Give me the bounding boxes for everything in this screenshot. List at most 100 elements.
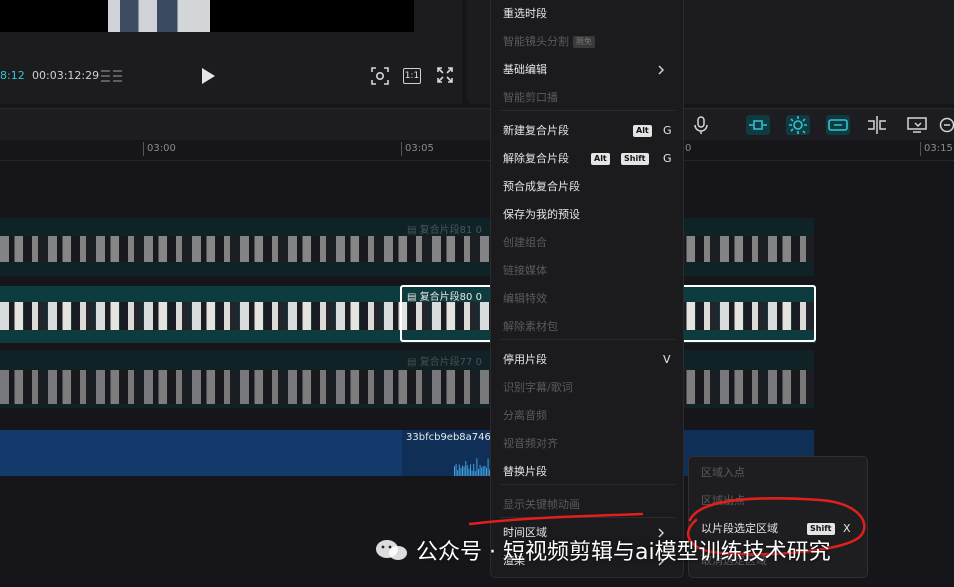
filmstrip-frame xyxy=(192,302,215,330)
waveform-bar xyxy=(482,466,484,476)
filmstrip-frame xyxy=(168,236,191,262)
linkage-icon[interactable] xyxy=(826,115,850,135)
preview-axis-icon[interactable] xyxy=(906,115,928,135)
context-menu-item: 显示关键帧动画 xyxy=(503,498,580,511)
filmstrip-frame xyxy=(432,370,455,404)
submenu-item: 区域出点 xyxy=(701,494,745,507)
filmstrip-frame xyxy=(768,236,791,262)
filmstrip-frame xyxy=(768,370,791,404)
filmstrip-frame xyxy=(192,370,215,404)
shortcut-key: X xyxy=(843,522,851,535)
waveform-bar xyxy=(476,458,478,476)
filmstrip-frame xyxy=(48,236,71,262)
filmstrip-frame xyxy=(336,302,359,330)
filmstrip-frame xyxy=(696,370,719,404)
expand-icon[interactable] xyxy=(437,67,453,83)
context-menu-item[interactable]: 停用片段 xyxy=(503,352,547,368)
filmstrip-frame xyxy=(312,302,335,330)
filmstrip-frame xyxy=(792,236,814,262)
play-icon[interactable] xyxy=(200,67,216,85)
context-menu-item[interactable]: 替换片段 xyxy=(503,464,547,480)
timeline-toolbar xyxy=(0,108,954,141)
context-menu-item[interactable]: 解除复合片段 xyxy=(503,151,569,167)
filmstrip xyxy=(0,370,814,404)
link-icon[interactable] xyxy=(746,115,770,135)
context-menu-item: 编辑特效 xyxy=(503,292,547,305)
menu-separator xyxy=(501,484,675,485)
filmstrip-frame xyxy=(264,370,287,404)
aspect-ratio-button[interactable]: 1:1 xyxy=(403,68,421,84)
filmstrip-frame xyxy=(360,370,383,404)
list-icon[interactable] xyxy=(101,69,123,83)
ruler-tick-label: 0 xyxy=(685,143,692,154)
waveform-bar xyxy=(484,465,486,476)
menu-separator xyxy=(501,517,675,518)
context-menu-item: 创建组合 xyxy=(503,236,547,249)
filmstrip-frame xyxy=(48,370,71,404)
waveform-bar xyxy=(470,464,471,476)
waveform-bar xyxy=(465,461,467,476)
shortcut-key: G xyxy=(663,152,672,165)
filmstrip-frame xyxy=(96,236,119,262)
filmstrip-frame xyxy=(120,236,143,262)
waveform-bar xyxy=(468,468,470,476)
clip-label: ▤ 复合片段81 0 xyxy=(407,225,482,236)
context-menu-item[interactable]: 保存为我的预设 xyxy=(503,207,580,223)
context-menu-item[interactable]: 基础编辑 xyxy=(503,62,547,78)
waveform-bar xyxy=(487,458,489,476)
badge: 限免 xyxy=(573,36,595,48)
context-menu-item[interactable]: 新建复合片段 xyxy=(503,123,569,139)
filmstrip-frame xyxy=(456,370,479,404)
filmstrip-frame xyxy=(168,370,191,404)
video-preview[interactable] xyxy=(0,0,414,32)
context-menu-item: 视音频对齐 xyxy=(503,437,558,450)
context-menu-item: 链接媒体 xyxy=(503,264,547,277)
ruler-tick-label: 03:05 xyxy=(405,143,434,154)
filmstrip-frame xyxy=(240,236,263,262)
microphone-icon[interactable] xyxy=(690,115,712,135)
crop-icon[interactable] xyxy=(371,67,389,85)
ruler-tick xyxy=(401,142,402,156)
filmstrip-frame xyxy=(24,236,47,262)
waveform-bar xyxy=(474,471,476,476)
waveform-bar xyxy=(460,468,462,476)
filmstrip-frame xyxy=(288,370,311,404)
video-track-1[interactable]: ▤ 复合片段81 0 xyxy=(0,218,814,276)
filmstrip-frame xyxy=(744,370,767,404)
filmstrip-frame xyxy=(264,236,287,262)
ruler-tick xyxy=(143,142,144,156)
filmstrip-frame xyxy=(120,370,143,404)
context-menu-item: 智能剪口播 xyxy=(503,91,558,104)
context-menu-item: 识别字幕/歌词 xyxy=(503,381,573,394)
zoom-out-icon[interactable] xyxy=(938,115,954,135)
filmstrip-frame xyxy=(288,302,311,330)
shortcut-key: Alt xyxy=(591,153,610,165)
waveform-bar xyxy=(454,466,455,476)
waveform-bar xyxy=(486,467,487,476)
filmstrip-frame xyxy=(144,302,167,330)
magnet-icon[interactable] xyxy=(786,115,810,135)
clip-label: ▤ 复合片段77 0 xyxy=(407,357,482,368)
waveform-bar xyxy=(466,465,468,476)
preview-player: 8:12 00:03:12:29 1:1 xyxy=(0,0,462,104)
waveform-bar xyxy=(455,464,457,476)
split-icon[interactable] xyxy=(866,115,888,135)
context-menu-item[interactable]: 预合成复合片段 xyxy=(503,179,580,195)
filmstrip-frame xyxy=(48,302,71,330)
timeline-ruler[interactable]: 03:00 03:05 0 03:15 xyxy=(0,140,954,161)
filmstrip-frame xyxy=(72,236,95,262)
menu-separator xyxy=(501,110,675,111)
context-menu-item[interactable]: 重选时段 xyxy=(503,6,547,22)
ruler-tick-label: 03:00 xyxy=(147,143,176,154)
filmstrip-frame xyxy=(720,370,743,404)
filmstrip-frame xyxy=(408,236,431,262)
context-menu-item: 智能镜头分割 xyxy=(503,35,569,48)
filmstrip-frame xyxy=(0,236,23,262)
filmstrip-frame xyxy=(336,236,359,262)
waveform-bar xyxy=(457,469,459,476)
filmstrip-frame xyxy=(432,236,455,262)
waveform-bar xyxy=(478,469,479,476)
video-track-3[interactable]: ▤ 复合片段77 0 xyxy=(0,350,814,408)
filmstrip-frame xyxy=(360,236,383,262)
ruler-tick-label: 03:15 xyxy=(924,143,953,154)
